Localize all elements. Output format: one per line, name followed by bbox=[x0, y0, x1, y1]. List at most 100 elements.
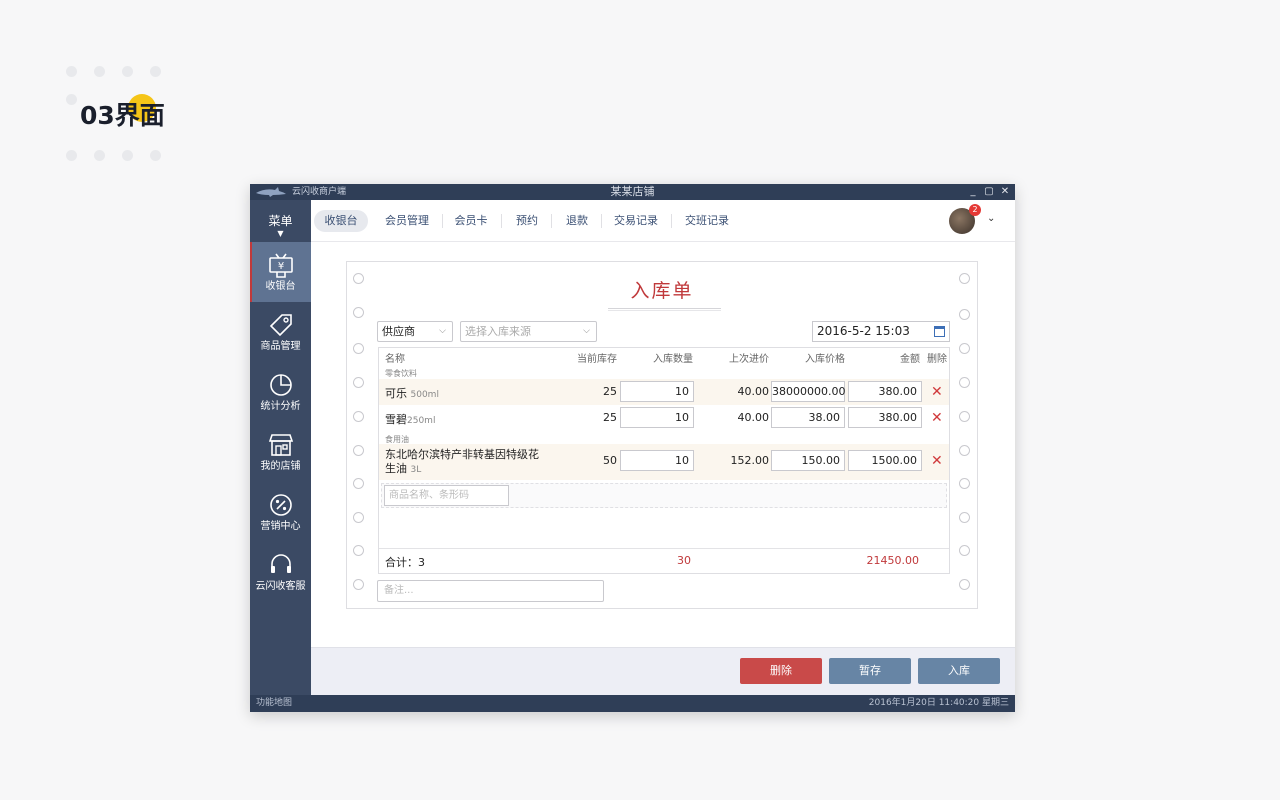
binder-hole bbox=[959, 545, 970, 556]
sidebar-item-cashier[interactable]: ¥ 收银台 bbox=[250, 242, 311, 302]
pie-chart-icon bbox=[269, 374, 292, 396]
tab-divider bbox=[501, 214, 502, 228]
function-map-link[interactable]: 功能地图 bbox=[256, 695, 292, 712]
product-name: 东北哈尔滨特产非转基因特级花 生油 3L bbox=[385, 448, 539, 475]
sidebar-item-store[interactable]: 我的店铺 bbox=[250, 422, 311, 482]
calendar-icon[interactable] bbox=[934, 326, 945, 337]
column-header: 入库数量 bbox=[653, 354, 693, 365]
tab-shift-records[interactable]: 交班记录 bbox=[677, 210, 737, 232]
chevron-down-icon[interactable]: ⌄ bbox=[987, 213, 995, 224]
quantity-input[interactable]: 10 bbox=[620, 381, 694, 402]
last-price: 40.00 bbox=[737, 385, 770, 398]
tab-refund[interactable]: 退款 bbox=[556, 210, 598, 232]
total-quantity: 30 bbox=[677, 554, 691, 567]
form-title: 入库单 bbox=[630, 280, 694, 302]
delete-row-icon[interactable]: ✕ bbox=[931, 385, 943, 399]
column-header: 名称 bbox=[385, 354, 405, 365]
binder-hole bbox=[353, 478, 364, 489]
current-stock: 50 bbox=[603, 454, 617, 467]
tab-member-management[interactable]: 会员管理 bbox=[377, 210, 437, 232]
chevron-down-icon: ⌵ bbox=[583, 326, 590, 336]
last-price: 40.00 bbox=[737, 411, 770, 424]
binder-hole bbox=[353, 377, 364, 388]
status-bar: 功能地图 2016年1月20日 11:40:20 星期三 bbox=[250, 695, 1015, 712]
notification-badge: 2 bbox=[969, 204, 981, 216]
table-row: 雪碧250ml 25 10 40.00 38.00 380.00 ✕ bbox=[379, 405, 949, 431]
menu-button[interactable]: 菜单 ▼ bbox=[250, 200, 311, 242]
price-input[interactable]: 150.00 bbox=[771, 450, 845, 471]
sidebar-item-label: 收银台 bbox=[265, 281, 296, 292]
product-search-input[interactable]: 商品名称、条形码 bbox=[384, 485, 509, 506]
save-draft-button[interactable]: 暂存 bbox=[829, 658, 911, 684]
sidebar-item-marketing[interactable]: 营销中心 bbox=[250, 482, 311, 542]
binder-hole bbox=[353, 545, 364, 556]
amount-input[interactable]: 380.00 bbox=[848, 381, 922, 402]
title-underline bbox=[608, 308, 721, 311]
tag-icon bbox=[269, 314, 292, 337]
note-input[interactable]: 备注... bbox=[377, 580, 604, 602]
tab-member-card[interactable]: 会员卡 bbox=[447, 210, 495, 232]
binder-hole bbox=[353, 579, 364, 590]
app-window: 云闪收商户端 某某店铺 _ ▢ ✕ 菜单 ▼ ¥ 收银台 商品管理 统计分析 我… bbox=[250, 184, 1015, 712]
tab-divider bbox=[442, 214, 443, 228]
close-icon[interactable]: ✕ bbox=[999, 186, 1011, 198]
binder-hole bbox=[959, 445, 970, 456]
stock-in-sheet: 入库单 供应商 ⌵ 选择入库来源 ⌵ 2016-5-2 15:03 名称 当前库… bbox=[346, 261, 978, 609]
headset-icon bbox=[270, 554, 291, 573]
quantity-input[interactable]: 10 bbox=[620, 450, 694, 471]
chevron-down-icon: ▼ bbox=[277, 229, 284, 238]
svg-text:¥: ¥ bbox=[277, 261, 283, 272]
tab-divider bbox=[601, 214, 602, 228]
tab-divider bbox=[671, 214, 672, 228]
sidebar-item-label: 我的店铺 bbox=[260, 461, 301, 472]
binder-hole bbox=[353, 307, 364, 318]
sidebar-item-products[interactable]: 商品管理 bbox=[250, 302, 311, 362]
maximize-icon[interactable]: ▢ bbox=[983, 186, 995, 198]
divider bbox=[379, 548, 949, 549]
stock-in-button[interactable]: 入库 bbox=[918, 658, 1000, 684]
sidebar-item-stats[interactable]: 统计分析 bbox=[250, 362, 311, 422]
add-product-row: 商品名称、条形码 bbox=[381, 483, 947, 508]
price-input[interactable]: 38.00 bbox=[771, 407, 845, 428]
source-select[interactable]: 选择入库来源 ⌵ bbox=[460, 321, 597, 342]
sidebar-item-label: 商品管理 bbox=[260, 341, 301, 352]
sidebar-item-support[interactable]: 云闪收客服 bbox=[250, 542, 311, 602]
title-bar: 云闪收商户端 某某店铺 _ ▢ ✕ bbox=[250, 184, 1015, 200]
status-datetime: 2016年1月20日 11:40:20 星期三 bbox=[868, 698, 1009, 708]
tab-transaction-records[interactable]: 交易记录 bbox=[606, 210, 666, 232]
supplier-select[interactable]: 供应商 ⌵ bbox=[377, 321, 453, 342]
product-name: 可乐 500ml bbox=[385, 387, 439, 400]
binder-hole bbox=[959, 411, 970, 422]
store-icon bbox=[268, 434, 293, 456]
binder-hole bbox=[959, 309, 970, 320]
datetime-picker[interactable]: 2016-5-2 15:03 bbox=[812, 321, 950, 342]
quantity-input[interactable]: 10 bbox=[620, 407, 694, 428]
product-name: 雪碧250ml bbox=[385, 413, 436, 426]
discount-icon bbox=[269, 494, 292, 516]
total-amount: 21450.00 bbox=[866, 554, 920, 567]
items-table: 名称 当前库存 入库数量 上次进价 入库价格 金额 删除 零食饮料 可乐 500… bbox=[378, 347, 950, 574]
binder-hole bbox=[959, 512, 970, 523]
delete-row-icon[interactable]: ✕ bbox=[931, 454, 943, 468]
column-header: 当前库存 bbox=[577, 354, 617, 365]
amount-input[interactable]: 380.00 bbox=[848, 407, 922, 428]
tab-cashier[interactable]: 收银台 bbox=[314, 210, 368, 232]
delete-row-icon[interactable]: ✕ bbox=[931, 411, 943, 425]
chevron-down-icon: ⌵ bbox=[439, 326, 446, 336]
datetime-value: 2016-5-2 15:03 bbox=[817, 324, 910, 338]
window-title: 某某店铺 bbox=[610, 185, 655, 198]
sidebar-item-label: 统计分析 bbox=[260, 401, 301, 412]
price-input[interactable]: 38000000.00 bbox=[771, 381, 845, 402]
tab-divider bbox=[551, 214, 552, 228]
column-header: 删除 bbox=[927, 354, 947, 365]
binder-hole bbox=[353, 512, 364, 523]
delete-button[interactable]: 删除 bbox=[740, 658, 822, 684]
column-header: 上次进价 bbox=[729, 354, 769, 365]
amount-input[interactable]: 1500.00 bbox=[848, 450, 922, 471]
main-content: 入库单 供应商 ⌵ 选择入库来源 ⌵ 2016-5-2 15:03 名称 当前库… bbox=[311, 242, 1015, 647]
tab-appointment[interactable]: 预约 bbox=[506, 210, 548, 232]
last-price: 152.00 bbox=[730, 454, 770, 467]
minimize-icon[interactable]: _ bbox=[967, 186, 979, 198]
sidebar: 菜单 ▼ ¥ 收银台 商品管理 统计分析 我的店铺 营销中心 云闪收客服 bbox=[250, 200, 311, 695]
sidebar-item-label: 营销中心 bbox=[260, 521, 301, 532]
